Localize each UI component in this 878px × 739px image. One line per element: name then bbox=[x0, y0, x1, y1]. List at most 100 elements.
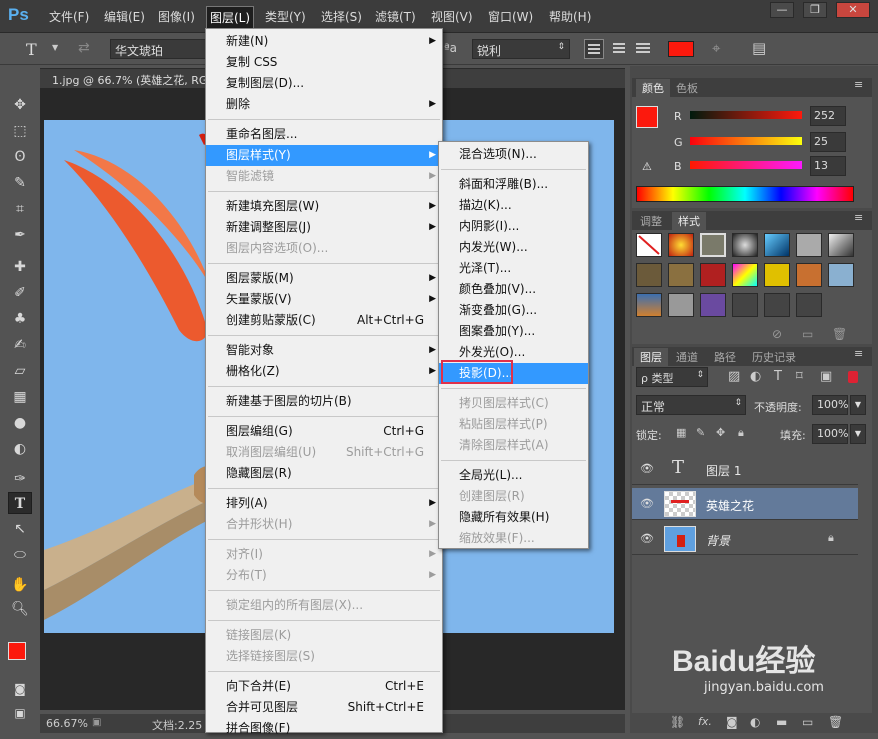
menu-item[interactable]: 图案叠加(Y)... bbox=[439, 321, 588, 342]
menu-item[interactable]: 描边(K)... bbox=[439, 195, 588, 216]
panel-menu-icon[interactable]: ≡ bbox=[854, 211, 863, 224]
menu-item[interactable]: 新建填充图层(W) ▶ bbox=[206, 196, 442, 217]
lock-position-icon[interactable]: ✥ bbox=[716, 426, 725, 439]
delete-layer-icon[interactable]: 🗑︎ bbox=[828, 715, 843, 729]
eraser-tool-icon[interactable]: ▱ bbox=[8, 360, 32, 382]
blur-tool-icon[interactable]: ● bbox=[8, 412, 32, 434]
lock-transparent-icon[interactable]: ▦ bbox=[676, 426, 686, 439]
menu-item[interactable]: 新建(N) ▶ bbox=[206, 31, 442, 52]
style-swatch[interactable] bbox=[764, 293, 790, 317]
ellipse-tool-icon[interactable]: ⬭ bbox=[8, 544, 32, 566]
tab-swatches[interactable]: 色板 bbox=[676, 80, 698, 96]
hand-tool-icon[interactable]: ✋ bbox=[8, 574, 32, 596]
menu-file[interactable]: 文件(F) bbox=[49, 8, 89, 25]
tab-history[interactable]: 历史记录 bbox=[752, 349, 796, 365]
layer-name[interactable]: 英雄之花 bbox=[706, 497, 754, 514]
menu-select[interactable]: 选择(S) bbox=[321, 8, 362, 25]
gradient-tool-icon[interactable]: ▦ bbox=[8, 386, 32, 408]
r-slider[interactable] bbox=[690, 111, 802, 119]
chevron-down-icon[interactable]: ▼ bbox=[52, 43, 58, 52]
fx-icon[interactable]: fx. bbox=[698, 715, 712, 728]
opacity-dropdown-icon[interactable]: ▼ bbox=[850, 395, 866, 415]
eye-icon[interactable]: 👁︎ bbox=[640, 532, 654, 545]
style-swatch[interactable] bbox=[732, 293, 758, 317]
menu-layer[interactable]: 图层(L) bbox=[206, 6, 255, 29]
tab-color[interactable]: 颜色 bbox=[636, 79, 670, 97]
blend-mode-select[interactable]: 正常 ⇕ bbox=[636, 395, 746, 415]
tab-adjustments[interactable]: 调整 bbox=[640, 213, 662, 229]
marquee-tool-icon[interactable]: ⬚ bbox=[8, 120, 32, 142]
fill-field[interactable]: 100% bbox=[812, 424, 848, 444]
menu-item[interactable]: 光泽(T)... bbox=[439, 258, 588, 279]
filter-shape-icon[interactable]: ⌑ bbox=[796, 369, 803, 384]
filter-toggle-icon[interactable] bbox=[848, 371, 858, 383]
menu-item[interactable]: 合并可见图层 Shift+Ctrl+E bbox=[206, 697, 442, 718]
warp-text-icon[interactable]: ⌖ bbox=[712, 39, 720, 57]
menu-type[interactable]: 类型(Y) bbox=[265, 8, 306, 25]
new-group-icon[interactable]: ▬ bbox=[776, 715, 787, 729]
menu-item[interactable]: 隐藏图层(R) bbox=[206, 463, 442, 484]
menu-item[interactable]: 斜面和浮雕(B)... bbox=[439, 174, 588, 195]
style-swatch[interactable] bbox=[636, 293, 662, 317]
foreground-color-swatch[interactable] bbox=[8, 642, 26, 660]
adjustment-layer-icon[interactable]: ◐ bbox=[750, 715, 760, 729]
style-swatch[interactable] bbox=[796, 263, 822, 287]
menu-filter[interactable]: 滤镜(T) bbox=[375, 8, 416, 25]
menu-item[interactable]: 栅格化(Z) ▶ bbox=[206, 361, 442, 382]
b-slider[interactable] bbox=[690, 161, 802, 169]
menu-item[interactable]: 删除 ▶ bbox=[206, 94, 442, 115]
tab-layers[interactable]: 图层 bbox=[634, 348, 668, 366]
menu-item[interactable]: 拼合图像(F) bbox=[206, 718, 442, 739]
menu-item[interactable]: 隐藏所有效果(H) bbox=[439, 507, 588, 528]
style-swatch[interactable] bbox=[636, 263, 662, 287]
clone-stamp-tool-icon[interactable]: ♣ bbox=[8, 308, 32, 330]
tab-styles[interactable]: 样式 bbox=[672, 212, 706, 230]
style-swatch[interactable] bbox=[764, 233, 790, 257]
antialias-select[interactable]: 锐利 ⇕ bbox=[472, 39, 570, 59]
new-layer-icon[interactable]: ▭ bbox=[802, 715, 813, 729]
color-spectrum-bar[interactable] bbox=[636, 186, 854, 202]
fill-dropdown-icon[interactable]: ▼ bbox=[850, 424, 866, 444]
clear-style-icon[interactable]: ⊘ bbox=[772, 327, 782, 341]
gamut-warning-icon[interactable]: ⚠ bbox=[642, 160, 652, 173]
menu-item[interactable]: 复制 CSS bbox=[206, 52, 442, 73]
layer-row[interactable]: 👁︎ T 图层 1 bbox=[632, 453, 858, 485]
restore-button[interactable]: ❐ bbox=[803, 2, 827, 18]
text-tool-icon[interactable]: T bbox=[26, 40, 37, 59]
align-center-button[interactable] bbox=[609, 39, 629, 59]
menu-item[interactable]: 重命名图层... bbox=[206, 124, 442, 145]
zoom-tool-icon[interactable]: 🔍︎ bbox=[8, 598, 32, 620]
menu-edit[interactable]: 编辑(E) bbox=[104, 8, 145, 25]
style-swatch[interactable] bbox=[796, 233, 822, 257]
quick-mask-icon[interactable]: ◙ bbox=[8, 678, 32, 700]
menu-item[interactable]: 颜色叠加(V)... bbox=[439, 279, 588, 300]
layer-filter-select[interactable]: ρ 类型 ⇕ bbox=[636, 367, 708, 387]
menu-item[interactable]: 新建调整图层(J) ▶ bbox=[206, 217, 442, 238]
text-orientation-icon[interactable]: ⇄ bbox=[78, 40, 90, 56]
add-mask-icon[interactable]: ◙ bbox=[726, 715, 738, 729]
lock-all-icon[interactable]: 🔒︎ bbox=[738, 426, 744, 440]
font-family-select[interactable]: 华文琥珀 bbox=[110, 39, 206, 59]
menu-item[interactable]: 内发光(W)... bbox=[439, 237, 588, 258]
eyedropper-tool-icon[interactable]: ✒ bbox=[8, 224, 32, 246]
g-value[interactable]: 25 bbox=[810, 132, 846, 152]
menu-item[interactable]: 矢量蒙版(V) ▶ bbox=[206, 289, 442, 310]
history-brush-tool-icon[interactable]: ✍ bbox=[8, 334, 32, 356]
link-layers-icon[interactable]: ⛓︎ bbox=[670, 715, 685, 729]
panel-menu-icon[interactable]: ≡ bbox=[854, 78, 863, 91]
text-color-swatch[interactable] bbox=[668, 41, 694, 57]
menu-item[interactable]: 渐变叠加(G)... bbox=[439, 300, 588, 321]
menu-window[interactable]: 窗口(W) bbox=[488, 8, 533, 25]
eye-icon[interactable]: 👁︎ bbox=[640, 497, 654, 510]
filter-pixel-icon[interactable]: ▨ bbox=[728, 369, 740, 384]
style-swatch[interactable] bbox=[668, 233, 694, 257]
opacity-field[interactable]: 100% bbox=[812, 395, 848, 415]
menu-item[interactable]: 复制图层(D)... bbox=[206, 73, 442, 94]
g-slider[interactable] bbox=[690, 137, 802, 145]
menu-item[interactable]: 图层蒙版(M) ▶ bbox=[206, 268, 442, 289]
style-swatch[interactable] bbox=[668, 263, 694, 287]
style-swatch[interactable] bbox=[764, 263, 790, 287]
layer-name[interactable]: 背景 bbox=[706, 532, 730, 549]
menu-item[interactable]: 智能对象 ▶ bbox=[206, 340, 442, 361]
filter-smart-object-icon[interactable]: ▣ bbox=[820, 369, 832, 384]
